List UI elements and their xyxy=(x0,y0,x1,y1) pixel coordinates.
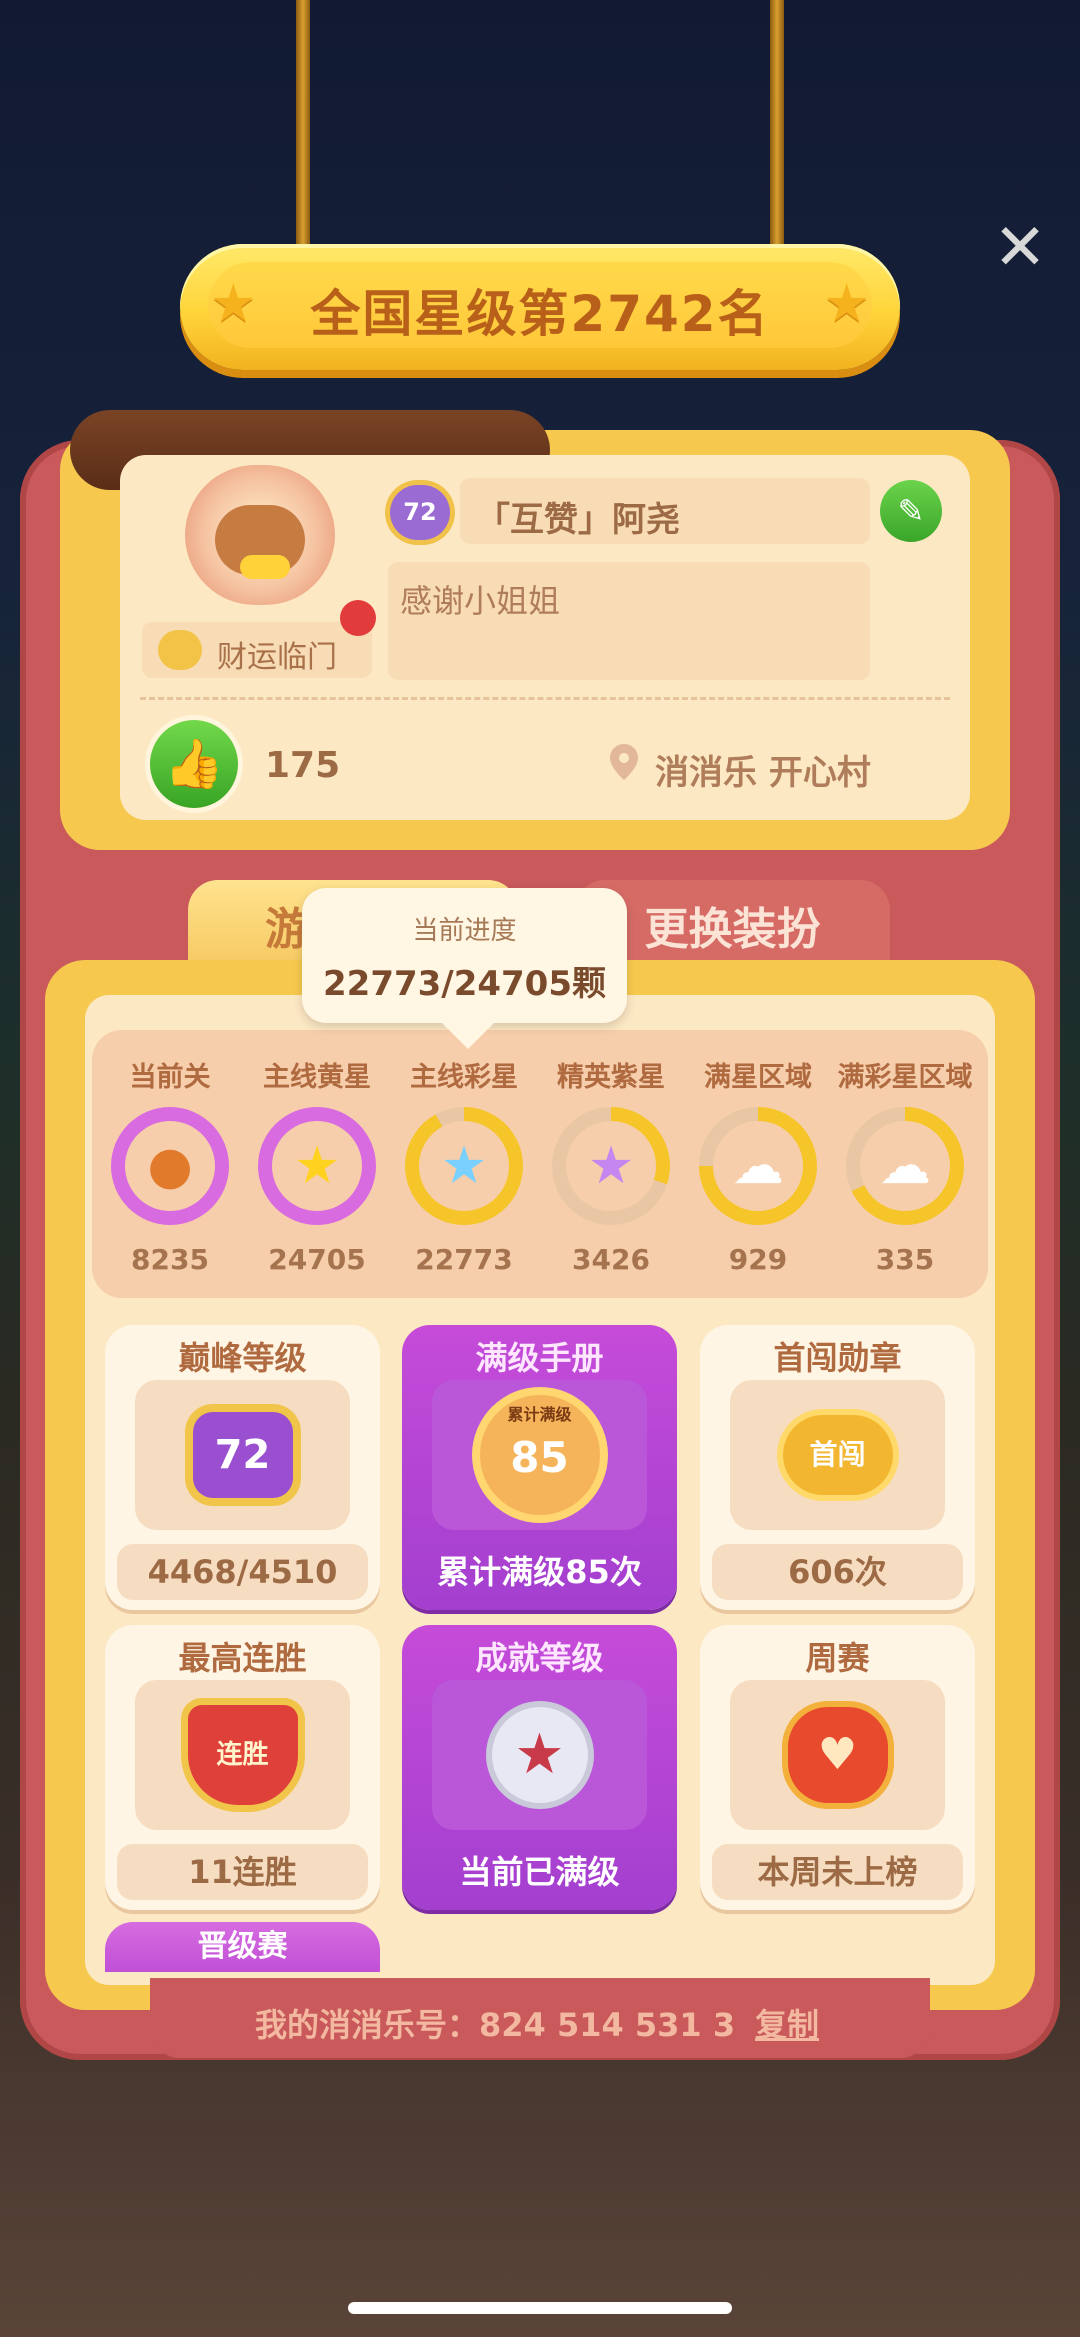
owl-badge-icon: ♥ xyxy=(787,1707,888,1803)
first-medal-icon: 首闯 xyxy=(782,1415,893,1495)
home-indicator[interactable] xyxy=(348,2302,732,2314)
profile-divider xyxy=(140,697,950,700)
card-weekly-contest[interactable]: 周赛 ♥ 本周未上榜 xyxy=(700,1625,975,1910)
player-id-text: 我的消消乐号：824 514 531 3 xyxy=(255,2006,736,2044)
card-max-level-manual[interactable]: 满级手册 累计满级 85 累计满级85次 xyxy=(402,1325,677,1610)
cloud-icon: ☁ xyxy=(699,1107,817,1225)
rank-banner: ★ ★ 全国星级第2742名 xyxy=(180,244,900,370)
title-label: 财运临门 xyxy=(217,640,337,675)
card-peak-level[interactable]: 巅峰等级 72 4468/4510 xyxy=(105,1325,380,1610)
gold-ingot-icon xyxy=(240,555,290,579)
signature-field: 感谢小姐姐 xyxy=(388,562,870,680)
stat-yellow-stars[interactable]: 主线黄星 ★ 24705 xyxy=(242,1055,392,1276)
level-badge: 72 xyxy=(390,485,450,540)
card-first-medal[interactable]: 首闯勋章 首闯 606次 xyxy=(700,1325,975,1610)
stat-full-rainbow-area[interactable]: 满彩星区域 ☁ 335 xyxy=(830,1055,980,1276)
edit-pencil-icon[interactable]: ✎ xyxy=(880,480,942,542)
stat-full-star-area[interactable]: 满星区域 ☁ 929 xyxy=(683,1055,833,1276)
rainbow-star-icon: ★ xyxy=(405,1107,523,1225)
name-field: 「互赞」阿尧 xyxy=(460,478,870,544)
player-name: 「互赞」阿尧 xyxy=(476,500,680,540)
rank-text: 全国星级第2742名 xyxy=(310,285,770,343)
purple-star-icon: ★ xyxy=(552,1107,670,1225)
title-chip[interactable]: 财运临门 xyxy=(142,622,372,678)
stat-current-level[interactable]: 当前关 ● 8235 xyxy=(95,1055,245,1276)
persimmon-icon: ● xyxy=(111,1107,229,1225)
location-text: 消消乐 开心村 xyxy=(655,753,871,793)
banner-rope-left xyxy=(296,0,310,250)
winged-medal-icon: 累计满级 85 xyxy=(479,1395,600,1515)
avatar[interactable] xyxy=(185,465,335,605)
promotion-match-tab[interactable]: 晋级赛 xyxy=(105,1922,380,1972)
close-icon[interactable]: ✕ xyxy=(990,216,1050,280)
thumbs-up-icon[interactable]: 👍 xyxy=(150,720,238,808)
notification-dot xyxy=(340,600,376,636)
star-medal-icon: ★ xyxy=(491,1707,588,1803)
shield-icon: 连胜 xyxy=(187,1705,298,1805)
footer-bar: 我的消消乐号：824 514 531 3 复制 xyxy=(150,1978,930,2058)
card-max-streak[interactable]: 最高连胜 连胜 11连胜 xyxy=(105,1625,380,1910)
signature-text: 感谢小姐姐 xyxy=(400,582,561,620)
rainbow-cloud-icon: ☁ xyxy=(846,1107,964,1225)
peak-level-badge-icon: 72 xyxy=(192,1412,293,1498)
yellow-star-icon: ★ xyxy=(258,1107,376,1225)
card-achievement-level[interactable]: 成就等级 ★ 当前已满级 xyxy=(402,1625,677,1910)
fortune-title-icon xyxy=(158,630,202,670)
banner-rope-right xyxy=(770,0,784,250)
progress-tooltip: 当前进度 22773/24705颗 xyxy=(302,888,627,1049)
copy-button[interactable]: 复制 xyxy=(755,2000,819,2046)
stat-purple-stars[interactable]: 精英紫星 ★ 3426 xyxy=(536,1055,686,1276)
like-count: 175 xyxy=(265,745,341,786)
stat-rainbow-stars[interactable]: 主线彩星 ★ 22773 xyxy=(389,1055,539,1276)
location-pin-icon xyxy=(610,744,638,780)
